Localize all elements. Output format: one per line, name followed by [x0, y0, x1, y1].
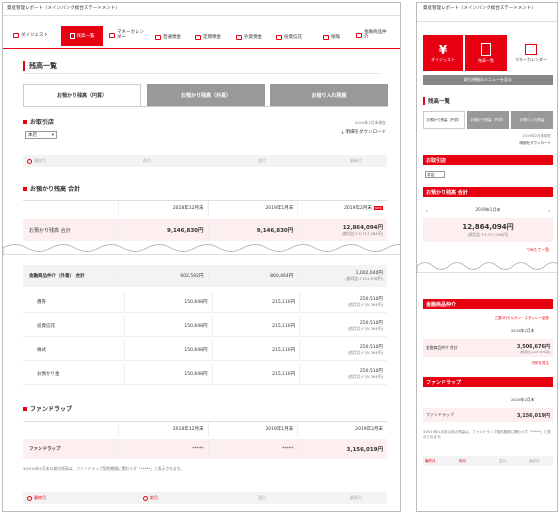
insurance-icon — [323, 34, 329, 40]
pager-next[interactable]: 翌月 — [258, 158, 266, 164]
table-row: 債券 150,648円 215,116円 250,510円 (前月比＋35,394… — [23, 291, 387, 313]
mobile-title: 資産管理レポート（メインバンク総合ステートメント） — [423, 6, 536, 11]
foreign-deposit-icon — [236, 34, 242, 40]
tab-yen[interactable]: お預かり残高（円貨） — [23, 84, 141, 106]
mobile-download[interactable]: 明細をダウンロード — [520, 141, 552, 146]
mobile-total-bar: お預かり残高 合計 — [423, 187, 553, 197]
mobile-nav-calendar[interactable]: マネーカレンダー — [509, 35, 553, 71]
nav-broker[interactable]: 金融商品仲介 — [356, 30, 396, 40]
pager-first[interactable]: 最終月 — [27, 158, 46, 164]
broker-label: 金融商品仲介（外貨） 合計 — [29, 274, 85, 279]
time-deposit-icon — [195, 34, 201, 40]
table-row: 株式 150,648円 215,116円 250,510円 (前月比＋35,394… — [23, 339, 387, 361]
nav-balance-active[interactable]: 残高一覧 — [61, 26, 103, 46]
nav-money-calendar[interactable]: マネーカレンダー — [109, 30, 149, 40]
mobile-tab-loans[interactable]: お借り入れ残高 — [511, 111, 553, 129]
branch-title: お取引店 — [23, 117, 54, 126]
pager-last[interactable]: 最新月 — [350, 158, 362, 164]
mobile-broker-link[interactable]: 三菱UFJモルガン・スタンレー証券 — [494, 316, 549, 321]
col-jan: 2019年1月末 — [207, 201, 298, 215]
page-title: 残高一覧 — [23, 61, 57, 71]
chevron-left-icon: ‹ — [426, 207, 428, 213]
mobile-broker-month: 2019年2月末 — [511, 328, 535, 333]
first-icon — [27, 158, 32, 164]
nav-digest[interactable]: ダイジェスト — [13, 32, 48, 38]
mobile-tab-yen[interactable]: お預かり残高（円貨） — [423, 111, 465, 129]
nav-foreign-deposit[interactable]: 外貨預金 — [236, 34, 262, 40]
mobile-nav-balance[interactable]: 残高一覧 — [465, 35, 507, 71]
mobile-pager-next[interactable]: 翌月 — [499, 459, 506, 464]
mobile-detail-link[interactable]: 内訳を見る — [532, 361, 550, 366]
calendar-icon — [109, 32, 115, 38]
mobile-menu-button[interactable]: 取引明細のメニューを見る — [423, 75, 553, 85]
report-date: 2019年2月末現在 — [354, 120, 386, 125]
total-dec: 9,146,830円 — [117, 219, 208, 241]
mobile-pager-first[interactable]: 最終月 — [425, 459, 436, 464]
mobile-broker-row: 金融商品仲介 合計 3,506,676円 (前月比＋107,679円) — [423, 339, 553, 357]
mobile-date: 2019年2月末現在 — [522, 134, 551, 138]
yen-icon: ¥ — [438, 43, 448, 57]
broker-icon — [356, 32, 362, 38]
mobile-branch-select[interactable]: 本店 — [425, 171, 445, 178]
total-label: お預かり残高 合計 — [29, 227, 71, 234]
mobile-tab-foreign[interactable]: お預かり残高（外貨） — [467, 111, 509, 129]
col-dec: 2018年12月末 — [117, 201, 208, 215]
pager-bottom-first[interactable]: 最終月 — [27, 495, 46, 501]
nav-insurance[interactable]: 保険 — [323, 34, 340, 40]
mobile-page-title: 残高一覧 — [423, 97, 450, 105]
fundwrap-note: ※2019年1月末以前の残高は、ファンドラップ契約期間に関わらず「*****」と… — [23, 466, 184, 471]
mobile-pager-prev[interactable]: 前月 — [459, 459, 466, 464]
mobile-nav-digest[interactable]: ¥ ダイジェスト — [423, 35, 463, 71]
pager-bottom-next[interactable]: 翌月 — [258, 495, 266, 501]
calendar-icon — [525, 43, 537, 55]
tab-foreign[interactable]: お預かり残高（外貨） — [147, 84, 265, 106]
mobile-month-nav[interactable]: ‹ 2019年1月末 › — [423, 205, 553, 215]
col-feb: 2019年2月末 NEW — [297, 201, 387, 215]
tab-loans[interactable]: お借り入れ残高 — [270, 84, 388, 106]
trust-icon — [276, 34, 282, 40]
mobile-fw-row: ファンドラップ 3,156,019円 — [423, 408, 553, 422]
fundwrap-title: ファンドラップ — [23, 404, 72, 413]
nav-savings[interactable]: 普通預金 — [155, 34, 181, 40]
nav-time-deposit[interactable]: 定期預金 — [195, 34, 221, 40]
mobile-panel: 資産管理レポート（メインバンク総合ステートメント） ¥ ダイジェスト 残高一覧 マ… — [416, 2, 558, 512]
digest-icon — [13, 32, 19, 38]
chevron-down-icon: ▾ — [51, 132, 54, 138]
pager-bottom — [23, 492, 387, 504]
break-wave — [3, 244, 400, 255]
mobile-fw-bar: ファンドラップ — [423, 377, 553, 387]
total-title: お預かり残高 合計 — [23, 184, 80, 193]
mobile-fw-month: 2019年2月末 — [511, 397, 535, 402]
pager-bottom-prev[interactable]: 前月 — [143, 495, 158, 501]
broker-table: 金融商品仲介（外貨） 合計 602,592円 860,464円 1,002,04… — [23, 265, 387, 385]
chevron-right-icon: › — [548, 207, 550, 213]
total-jan: 9,146,830円 — [207, 219, 298, 241]
table-row: 投資信託 150,648円 215,116円 250,510円 (前月比＋35,3… — [23, 315, 387, 337]
page-header-title: 資産管理レポート（メインバンク総合ステートメント） — [7, 6, 120, 11]
desktop-panel: 資産管理レポート（メインバンク総合ステートメント） ダイジェスト 残高一覧 マネ… — [2, 2, 401, 512]
mobile-branch-bar: お取引店 — [423, 155, 553, 165]
mobile-broker-bar: 金融商品仲介 — [423, 299, 553, 309]
mobile-pager-last[interactable]: 最新月 — [529, 459, 540, 464]
new-badge: NEW — [373, 206, 383, 210]
pager-top — [23, 155, 387, 167]
download-link[interactable]: ⤓ 明細をダウンロード — [342, 129, 387, 135]
download-icon: ⤓ — [341, 130, 344, 135]
branch-select[interactable]: 本店 ▾ — [25, 131, 57, 139]
pager-prev[interactable]: 前月 — [143, 158, 151, 164]
list-icon — [69, 33, 75, 39]
savings-icon — [155, 34, 161, 40]
table-row: お預かり金 150,648円 215,116円 250,510円 (前月比＋35,… — [23, 363, 387, 385]
mobile-break-wave — [417, 262, 557, 273]
mobile-fw-note: ※2019年1月末以前の残高は、ファンドラップ契約期間に関わらず「*****」と… — [423, 430, 551, 439]
document-icon — [481, 42, 491, 56]
fundwrap-table: 2018年12月末 2019年1月末 2019年2月末 ファンドラップ ****… — [23, 421, 387, 465]
total-feb: 12,864,094円 (前月比＋3,717,264円) — [297, 219, 387, 241]
mobile-total-box: 12,864,094円 (前月比＋3,717,264円) — [423, 218, 553, 242]
mobile-monthly-link[interactable]: つみたて一覧 — [526, 247, 549, 253]
nav-investment-trust[interactable]: 投資信託 — [276, 34, 302, 40]
pager-bottom-last[interactable]: 最新月 — [350, 495, 362, 501]
